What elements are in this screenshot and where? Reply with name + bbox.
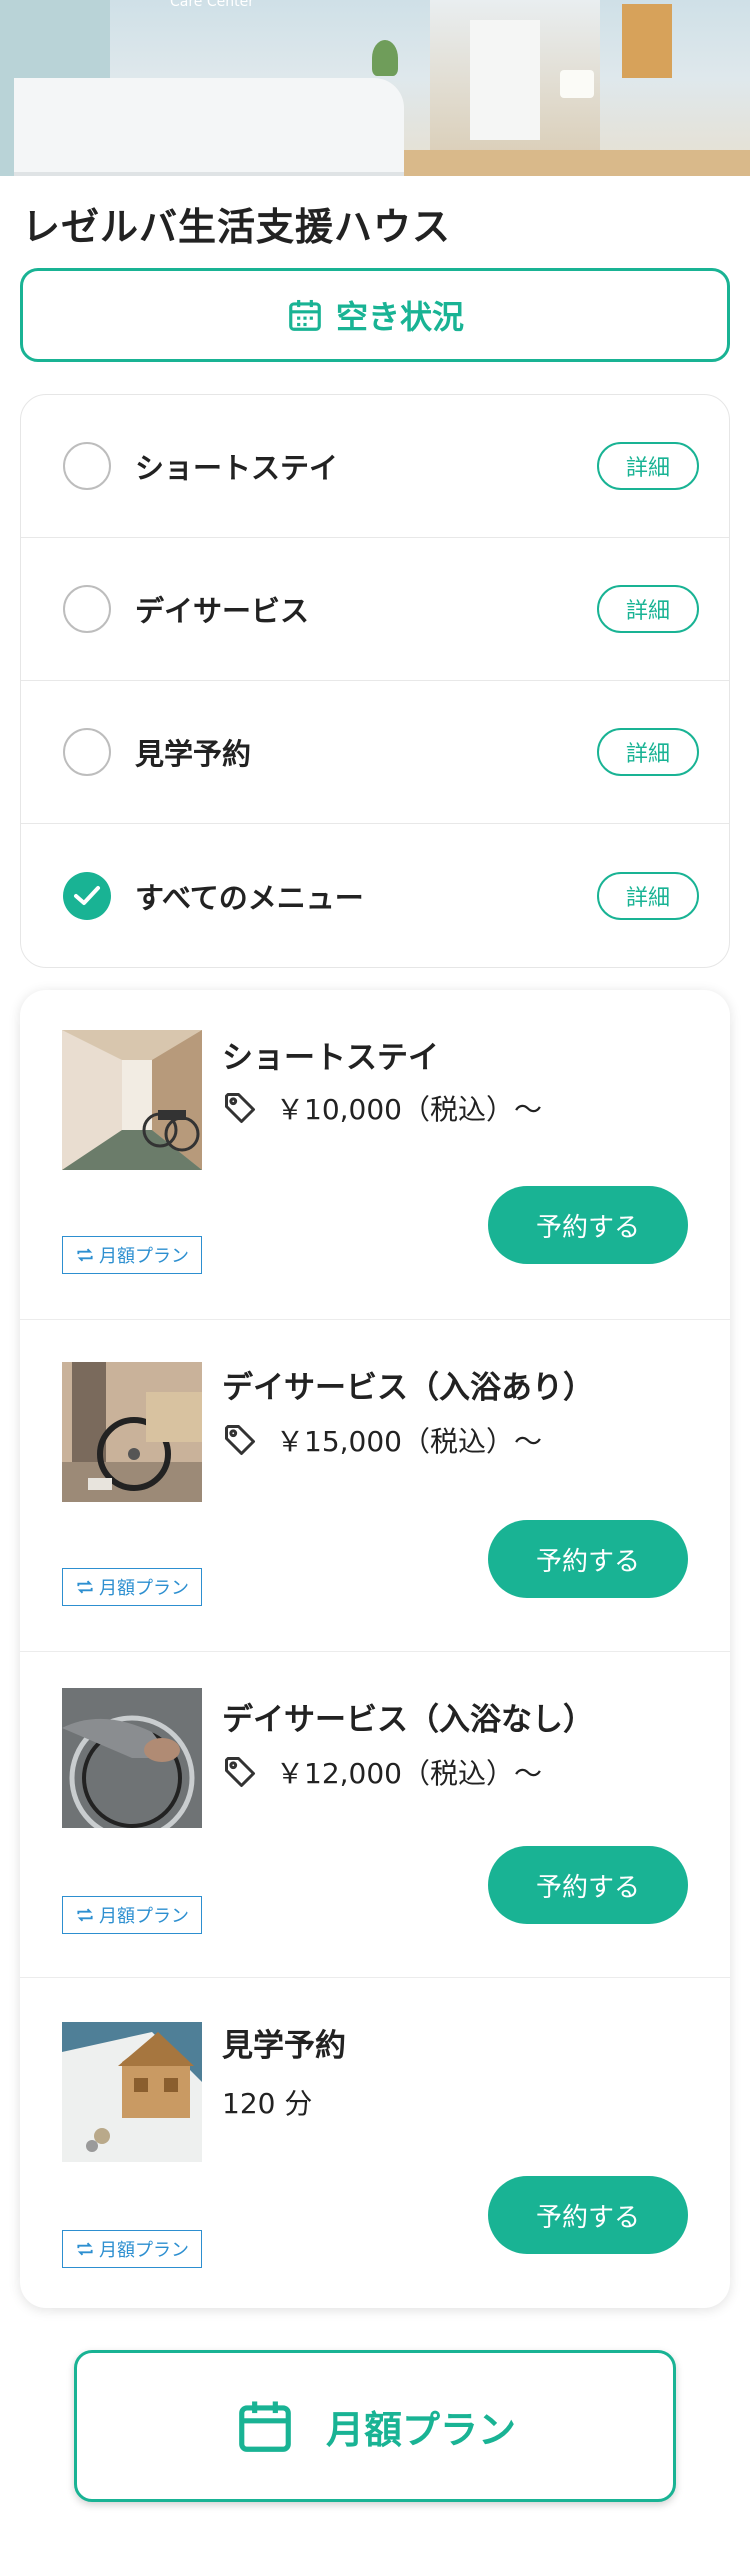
detail-button[interactable]: 詳細	[597, 442, 699, 490]
plan-duration: 120 分	[222, 2087, 313, 2120]
monthly-plan-tag-label: 月額プラン	[99, 1578, 189, 1599]
plan-thumbnail	[62, 1030, 202, 1170]
plan-price: ￥15,000（税込）〜	[222, 1420, 542, 1460]
plan-thumbnail	[62, 2022, 202, 2162]
availability-button-label: 空き状況	[335, 298, 464, 336]
book-button[interactable]: 予約する	[488, 1186, 688, 1264]
detail-button[interactable]: 詳細	[597, 728, 699, 776]
calendar-icon	[289, 299, 321, 331]
menu-filter-list: ショートステイ 詳細 デイサービス 詳細 見学予約 詳細 すべてのメニュー 詳細	[20, 394, 730, 968]
plan-name: 見学予約	[222, 2028, 346, 2064]
plan-item: デイサービス（入浴なし） ￥12,000（税込）〜 予約する 月額プラン	[20, 1652, 730, 1978]
repeat-icon	[77, 1580, 93, 1594]
plan-price: ￥12,000（税込）〜	[222, 1752, 542, 1792]
radio-button-checked[interactable]	[63, 871, 111, 920]
hero-image: Care Center	[0, 0, 750, 176]
plan-item: ショートステイ ￥10,000（税込）〜 予約する 月額プラン	[20, 990, 730, 1320]
radio-button[interactable]	[63, 442, 111, 490]
menu-option-day-service[interactable]: デイサービス 詳細	[21, 538, 729, 681]
check-icon	[74, 885, 100, 905]
monthly-plan-tag: 月額プラン	[62, 1896, 202, 1934]
page-title: レゼルバ生活支援ハウス	[22, 205, 452, 249]
menu-option-label: ショートステイ	[135, 451, 339, 485]
plan-price-text: ￥12,000（税込）〜	[276, 1757, 542, 1790]
menu-option-label: デイサービス	[135, 594, 310, 628]
repeat-icon	[77, 1908, 93, 1922]
plan-name: ショートステイ	[222, 1040, 439, 1076]
price-tag-icon	[225, 1093, 255, 1123]
plan-name: デイサービス（入浴なし）	[222, 1702, 594, 1738]
monthly-plan-tag-label: 月額プラン	[99, 1906, 189, 1927]
hero-logo: Care Center	[170, 0, 254, 10]
detail-button[interactable]: 詳細	[597, 585, 699, 633]
monthly-plan-button-label: 月額プラン	[325, 2407, 516, 2452]
plan-thumbnail	[62, 1688, 202, 1828]
calendar-icon	[239, 2401, 291, 2452]
plan-item: 見学予約 120 分 予約する 月額プラン	[20, 1978, 730, 2308]
price-tag-icon	[225, 1757, 255, 1787]
menu-option-all[interactable]: すべてのメニュー 詳細	[21, 824, 729, 967]
plan-price-text: ￥15,000（税込）〜	[276, 1425, 542, 1458]
monthly-plan-tag-label: 月額プラン	[99, 1246, 189, 1267]
book-button[interactable]: 予約する	[488, 2176, 688, 2254]
monthly-plan-tag: 月額プラン	[62, 1568, 202, 1606]
monthly-plan-button[interactable]: 月額プラン	[74, 2350, 676, 2502]
radio-button[interactable]	[63, 585, 111, 633]
price-tag-icon	[225, 1425, 255, 1455]
availability-button[interactable]: 空き状況	[20, 268, 730, 362]
plan-list: ショートステイ ￥10,000（税込）〜 予約する 月額プラン デイサービス（入…	[20, 990, 730, 2308]
detail-button[interactable]: 詳細	[597, 871, 699, 920]
plan-price: ￥10,000（税込）〜	[222, 1088, 542, 1128]
menu-option-tour[interactable]: 見学予約 詳細	[21, 681, 729, 824]
plan-name: デイサービス（入浴あり）	[222, 1370, 594, 1406]
plan-thumbnail	[62, 1362, 202, 1502]
radio-button[interactable]	[63, 728, 111, 776]
repeat-icon	[77, 2242, 93, 2256]
monthly-plan-tag: 月額プラン	[62, 2230, 202, 2268]
book-button[interactable]: 予約する	[488, 1520, 688, 1598]
menu-option-short-stay[interactable]: ショートステイ 詳細	[21, 395, 729, 538]
plan-price-text: ￥10,000（税込）〜	[276, 1093, 542, 1126]
book-button[interactable]: 予約する	[488, 1846, 688, 1924]
menu-option-label: すべてのメニュー	[135, 880, 364, 915]
monthly-plan-tag-label: 月額プラン	[99, 2240, 189, 2261]
repeat-icon	[77, 1248, 93, 1262]
monthly-plan-tag: 月額プラン	[62, 1236, 202, 1274]
menu-option-label: 見学予約	[135, 737, 252, 771]
plan-item: デイサービス（入浴あり） ￥15,000（税込）〜 予約する 月額プラン	[20, 1320, 730, 1652]
